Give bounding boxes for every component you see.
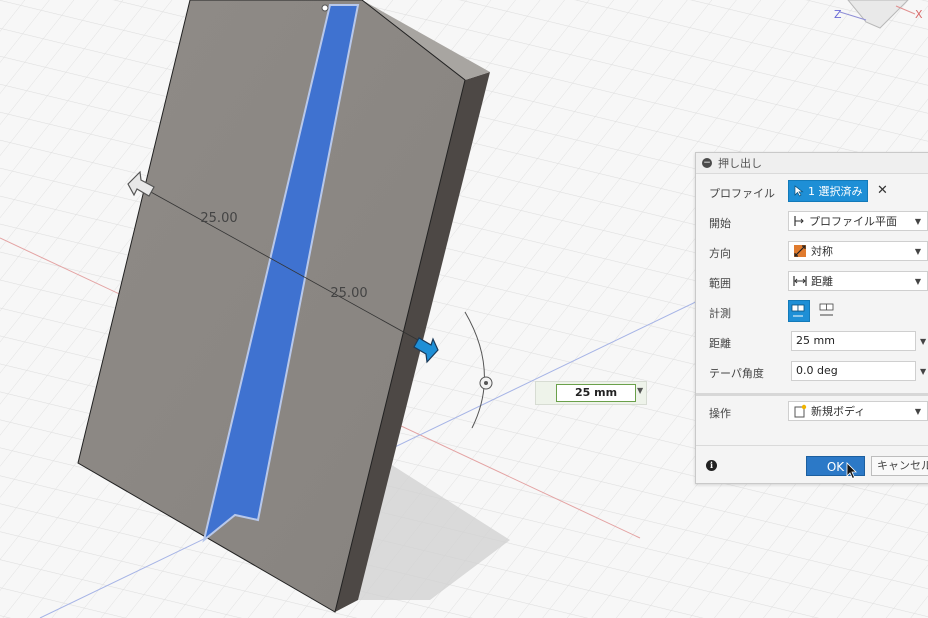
viewcube-x-label: X [915,8,923,21]
label-measure: 計測 [709,307,731,320]
row-distance: 距離 25 mm ▼ [696,329,928,355]
dialog-header[interactable]: − 押し出し [696,153,928,174]
dialog-divider [696,393,928,396]
row-start: 開始 プロファイル平面 ▼ [696,209,928,235]
viewcube-z-label: Z [834,8,842,21]
measure-option-b-button[interactable] [817,300,839,322]
symmetric-icon [794,245,806,257]
row-direction: 方向 対称 ▼ [696,239,928,265]
footer-divider [696,445,928,446]
label-profile: プロファイル [709,187,775,200]
inline-distance-input[interactable]: 25 mm ▼ [535,381,647,405]
row-extent: 範囲 距離 ▼ [696,269,928,295]
chevron-down-icon: ▼ [914,407,921,416]
measure-whole-icon [819,303,834,316]
row-profile: プロファイル 1 選択済み ✕ [696,179,928,205]
chevron-down-icon: ▼ [914,217,921,226]
distance-dropdown-icon[interactable]: ▼ [920,337,926,346]
row-taper: テーパ角度 0.0 deg ▼ [696,359,928,385]
vertex-point [321,4,329,12]
dimension-label-right: 25.00 [330,286,367,301]
label-distance: 距離 [709,337,731,350]
collapse-icon[interactable]: − [702,158,712,168]
inline-distance-dropdown-icon[interactable]: ▼ [637,386,643,395]
new-body-icon [794,404,807,418]
row-measure: 計測 [696,299,928,325]
label-operation: 操作 [709,407,731,420]
label-direction: 方向 [709,247,731,260]
cursor-arrow-icon [794,185,804,197]
info-icon[interactable]: i [706,460,717,471]
extent-value: 距離 [811,275,833,288]
extrude-dialog: − 押し出し プロファイル 1 選択済み ✕ 開始 プロファイル平面 ▼ 方向 [695,152,928,484]
extent-dropdown[interactable]: 距離 ▼ [788,271,928,291]
operation-value: 新規ボディ [811,405,866,418]
direction-value: 対称 [811,245,833,258]
distance-icon [793,276,807,286]
chevron-down-icon: ▼ [914,277,921,286]
start-dropdown[interactable]: プロファイル平面 ▼ [788,211,928,231]
start-value: プロファイル平面 [809,215,897,228]
measure-option-a-button[interactable] [788,300,810,322]
taper-dropdown-icon[interactable]: ▼ [920,367,926,376]
label-start: 開始 [709,217,731,230]
measure-symmetric-icon [791,304,805,317]
dialog-title: 押し出し [718,157,762,170]
label-extent: 範囲 [709,277,731,290]
label-taper: テーパ角度 [709,367,764,380]
chevron-down-icon: ▼ [914,247,921,256]
profile-select-value: 1 選択済み [808,185,863,198]
profile-select-button[interactable]: 1 選択済み [788,180,868,202]
inline-distance-field[interactable]: 25 mm [556,384,636,402]
profile-plane-icon [794,216,804,226]
operation-dropdown[interactable]: 新規ボディ ▼ [788,401,928,421]
angle-handle-icon[interactable] [479,376,493,390]
mouse-pointer-icon [846,462,857,480]
row-operation: 操作 新規ボディ ▼ [696,399,928,425]
clear-selection-icon[interactable]: ✕ [877,183,888,198]
cancel-button[interactable]: キャンセル [871,456,928,476]
distance-input[interactable]: 25 mm [791,331,916,351]
taper-input[interactable]: 0.0 deg [791,361,916,381]
direction-dropdown[interactable]: 対称 ▼ [788,241,928,261]
dimension-label-left: 25.00 [200,211,237,226]
